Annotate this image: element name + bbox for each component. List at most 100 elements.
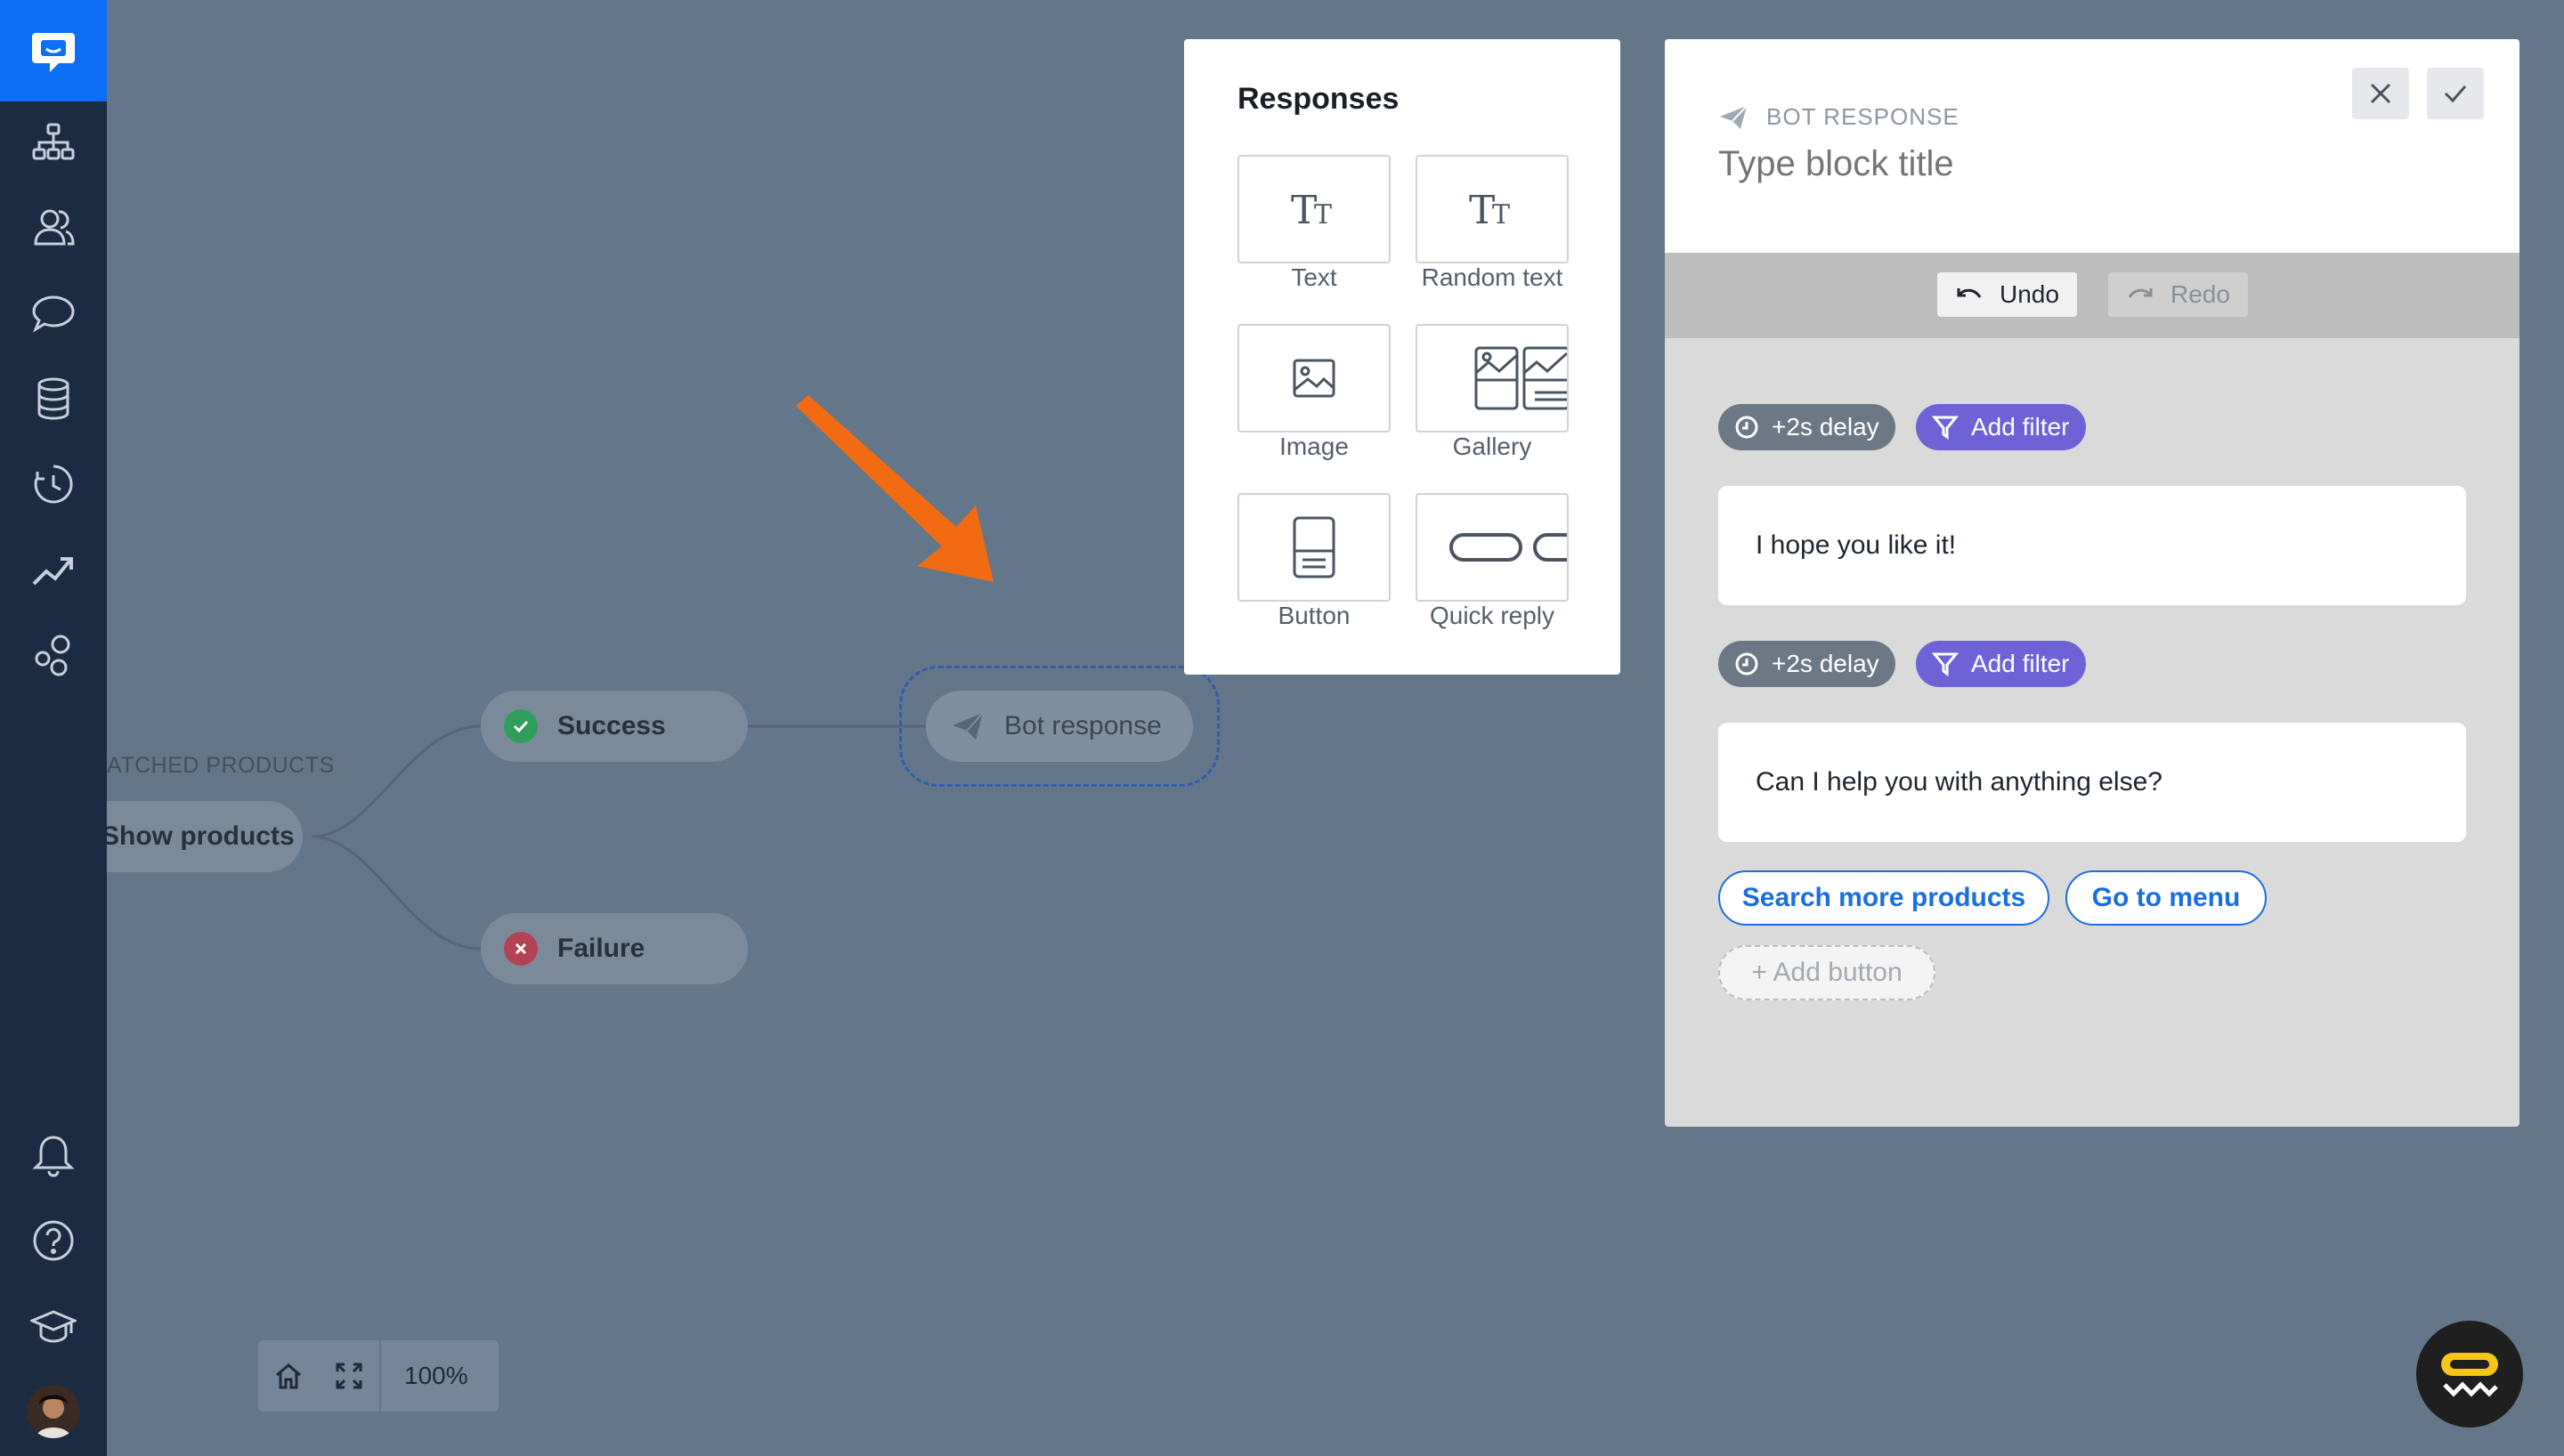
sitemap-icon bbox=[32, 123, 75, 160]
response-tile-image[interactable] bbox=[1237, 324, 1391, 433]
message-bubble[interactable]: I hope you like it! bbox=[1718, 486, 2466, 605]
support-logo-icon bbox=[2441, 1353, 2498, 1397]
clock-icon bbox=[1735, 652, 1758, 675]
sidebar-item-integrations[interactable] bbox=[27, 628, 80, 682]
support-chat-button[interactable] bbox=[2416, 1321, 2523, 1428]
sidebar-item-history[interactable] bbox=[27, 457, 80, 511]
expand-icon bbox=[336, 1363, 362, 1389]
chat-bubble-icon bbox=[32, 295, 75, 333]
filter-icon bbox=[1932, 652, 1959, 676]
response-tile-text[interactable]: T T bbox=[1237, 155, 1391, 263]
trending-up-icon bbox=[32, 557, 73, 586]
sidebar-item-flows[interactable] bbox=[27, 116, 80, 169]
show-products-node[interactable]: Show products bbox=[107, 801, 303, 872]
home-icon bbox=[276, 1363, 301, 1389]
redo-button[interactable]: Redo bbox=[2108, 272, 2248, 317]
add-filter-label: Add filter bbox=[1971, 413, 2070, 441]
sidebar-item-notifications[interactable] bbox=[27, 1128, 80, 1182]
responses-title: Responses bbox=[1237, 82, 1400, 116]
confirm-button[interactable] bbox=[2427, 68, 2484, 119]
graduation-cap-icon bbox=[30, 1310, 77, 1343]
response-tile-text-label: Text bbox=[1291, 263, 1337, 291]
responses-panel: Responses T T Text T T Random text Image… bbox=[1184, 39, 1620, 675]
arrow-to-node-icon bbox=[796, 395, 994, 582]
message-bubble[interactable]: Can I help you with anything else? bbox=[1718, 723, 2466, 842]
svg-text:T: T bbox=[1469, 188, 1495, 233]
add-filter-pill[interactable]: Add filter bbox=[1916, 404, 2086, 450]
database-icon bbox=[37, 377, 69, 420]
response-tile-gallery[interactable] bbox=[1416, 324, 1569, 433]
svg-text:T: T bbox=[1291, 188, 1317, 233]
success-node[interactable]: Success bbox=[481, 691, 748, 762]
sidebar bbox=[0, 0, 107, 1456]
add-filter-pill[interactable]: Add filter bbox=[1916, 641, 2086, 687]
quick-button-search-more[interactable]: Search more products bbox=[1718, 870, 2049, 926]
failure-x-icon bbox=[504, 932, 538, 966]
undo-label: Undo bbox=[2000, 280, 2059, 308]
close-button[interactable] bbox=[2352, 68, 2409, 119]
bubbles-icon bbox=[35, 635, 70, 676]
sidebar-item-academy[interactable] bbox=[27, 1299, 80, 1353]
success-check-icon bbox=[504, 709, 538, 743]
sidebar-item-help[interactable] bbox=[27, 1214, 80, 1267]
sidebar-item-audience[interactable] bbox=[27, 201, 80, 255]
response-tile-button[interactable] bbox=[1237, 493, 1391, 602]
home-button[interactable] bbox=[258, 1340, 319, 1412]
chatbot-logo[interactable] bbox=[0, 0, 107, 101]
user-avatar[interactable] bbox=[27, 1385, 80, 1438]
failure-node[interactable]: Failure bbox=[481, 913, 748, 984]
response-tile-quick-reply[interactable] bbox=[1416, 493, 1569, 602]
zoom-level: 100% bbox=[404, 1362, 468, 1389]
question-circle-icon bbox=[33, 1220, 74, 1261]
quick-button-go-to-menu[interactable]: Go to menu bbox=[2065, 870, 2267, 926]
clock-icon bbox=[1735, 416, 1758, 439]
button-icon bbox=[1293, 516, 1335, 578]
delay-label: +2s delay bbox=[1772, 413, 1879, 441]
bot-response-panel: BOT RESPONSE Undo Redo +2s delay Add fil… bbox=[1665, 39, 2519, 1127]
delay-pill[interactable]: +2s delay bbox=[1718, 641, 1895, 687]
svg-text:T: T bbox=[1492, 199, 1510, 231]
zoom-controls: 100% bbox=[258, 1340, 499, 1412]
bot-response-node[interactable]: Bot response bbox=[926, 691, 1193, 762]
edit-toolbar: Undo Redo bbox=[1665, 253, 2519, 338]
bot-panel-header: BOT RESPONSE bbox=[1665, 39, 2519, 253]
response-tile-random-text[interactable]: T T bbox=[1416, 155, 1569, 263]
bell-icon bbox=[32, 1136, 75, 1177]
show-products-label: Show products bbox=[107, 821, 295, 851]
undo-button[interactable]: Undo bbox=[1937, 272, 2077, 317]
sidebar-item-data[interactable] bbox=[27, 372, 80, 425]
bot-kicker-text: BOT RESPONSE bbox=[1766, 103, 1960, 130]
delay-pill[interactable]: +2s delay bbox=[1718, 404, 1895, 450]
response-tile-quick-reply-label: Quick reply bbox=[1429, 602, 1555, 629]
bot-response-node-label: Bot response bbox=[1004, 711, 1162, 740]
filter-icon bbox=[1932, 416, 1959, 440]
delay-label: +2s delay bbox=[1772, 650, 1879, 677]
random-text-icon: T T bbox=[1469, 188, 1510, 233]
check-icon bbox=[2444, 85, 2467, 103]
fit-screen-button[interactable] bbox=[319, 1340, 379, 1412]
block-caption: ATCHED PRODUCTS bbox=[107, 753, 335, 778]
gallery-icon bbox=[1474, 346, 1567, 410]
block-title-input[interactable] bbox=[1718, 144, 2341, 184]
clock-history-icon bbox=[34, 465, 73, 504]
message-text: I hope you like it! bbox=[1756, 530, 1957, 560]
response-tile-image-label: Image bbox=[1279, 433, 1349, 460]
chat-logo-icon bbox=[32, 33, 75, 72]
avatar-photo bbox=[27, 1385, 80, 1438]
text-icon: T T bbox=[1291, 188, 1332, 233]
response-tile-button-label: Button bbox=[1278, 602, 1351, 629]
sidebar-item-chats[interactable] bbox=[27, 287, 80, 340]
sidebar-item-reports[interactable] bbox=[27, 543, 80, 596]
add-button[interactable]: + Add button bbox=[1718, 945, 1935, 1000]
response-tile-gallery-label: Gallery bbox=[1452, 433, 1532, 460]
close-icon bbox=[2370, 83, 2391, 104]
bot-response-kicker: BOT RESPONSE bbox=[1718, 103, 1960, 131]
svg-text:T: T bbox=[1314, 199, 1332, 231]
failure-label: Failure bbox=[557, 934, 645, 963]
paper-plane-icon bbox=[951, 711, 985, 741]
response-tile-random-text-label: Random text bbox=[1421, 263, 1563, 291]
success-label: Success bbox=[557, 711, 666, 740]
message-text: Can I help you with anything else? bbox=[1756, 767, 2162, 797]
users-icon bbox=[34, 209, 75, 246]
paper-plane-icon bbox=[1720, 104, 1748, 129]
